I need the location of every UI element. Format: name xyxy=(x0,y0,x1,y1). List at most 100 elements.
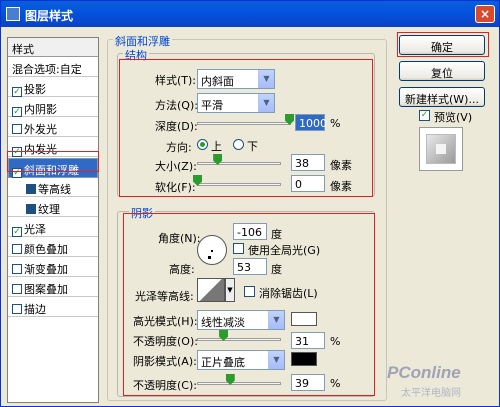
style-item-label: 等高线 xyxy=(38,183,71,196)
depth-label: 深度(D): xyxy=(155,120,198,133)
angle-input[interactable]: -106 xyxy=(233,223,267,240)
preview-label: 预览(V) xyxy=(434,111,473,124)
angle-dial-point xyxy=(208,256,211,259)
altitude-input[interactable]: 53 xyxy=(233,258,267,275)
style-item[interactable]: 颜色叠加 xyxy=(8,238,98,257)
shadow-opacity-label: 不透明度(C): xyxy=(133,379,197,392)
style-item[interactable]: 图案叠加 xyxy=(8,278,98,297)
style-item-checkbox[interactable] xyxy=(26,204,36,214)
watermark-brand: PConline xyxy=(387,363,461,382)
style-item-checkbox[interactable] xyxy=(12,264,22,274)
highlight-box-bevel-item xyxy=(7,151,99,172)
size-label: 大小(Z): xyxy=(155,160,197,173)
highlight-opacity-unit: % xyxy=(330,335,341,348)
depth-input[interactable]: 1000 xyxy=(295,114,327,131)
close-button[interactable]: × xyxy=(475,5,495,23)
style-select[interactable]: 内斜面 ▼ xyxy=(197,69,275,89)
technique-select[interactable]: 平滑 ▼ xyxy=(197,93,275,113)
style-item[interactable]: 外发光 xyxy=(8,118,98,137)
style-item[interactable]: 等高线 xyxy=(8,178,98,197)
style-item-label: 渐变叠加 xyxy=(24,263,68,276)
chevron-down-icon: ▼ xyxy=(258,70,274,88)
shadow-opacity-slider[interactable] xyxy=(197,382,281,385)
style-item-label: 纹理 xyxy=(38,203,60,216)
style-item[interactable]: 纹理 xyxy=(8,198,98,217)
shadow-opacity-unit: % xyxy=(330,377,341,390)
style-item-checkbox[interactable] xyxy=(12,124,22,134)
style-item[interactable]: ✓ 投影 xyxy=(8,78,98,97)
highlight-color-swatch[interactable] xyxy=(291,312,317,326)
shadow-mode-value: 正片叠底 xyxy=(201,356,245,369)
preview-tile xyxy=(426,134,456,164)
direction-up-label: 上 xyxy=(211,140,222,153)
preview-checkbox[interactable]: ✓ xyxy=(419,110,430,121)
angle-dial[interactable] xyxy=(197,235,227,265)
style-item[interactable]: 渐变叠加 xyxy=(8,258,98,277)
app-icon xyxy=(6,7,20,21)
depth-unit: % xyxy=(330,117,341,130)
highlight-opacity-label: 不透明度(O): xyxy=(133,335,198,348)
styles-header[interactable]: 样式 xyxy=(8,38,98,57)
anti-alias-label: 消除锯齿(L) xyxy=(259,287,318,300)
technique-select-value: 平滑 xyxy=(201,99,223,112)
highlight-mode-select[interactable]: 线性减淡 ▼ xyxy=(197,310,285,330)
layer-style-dialog: 图层样式 × 样式 混合选项:自定 ✓ 投影 ✓ 内阴影 外发光 ✓ 内发光 ✓ 斜面和浮雕 等高… xyxy=(0,0,500,407)
blending-options-item[interactable]: 混合选项:自定 xyxy=(8,58,98,77)
style-item-checkbox[interactable]: ✓ xyxy=(12,227,22,237)
watermark-sub: 太平洋电脑网 xyxy=(401,388,461,399)
direction-down-radio[interactable] xyxy=(233,139,244,150)
depth-slider[interactable] xyxy=(197,122,291,125)
chevron-down-icon: ▼ xyxy=(268,351,284,369)
highlight-opacity-slider[interactable] xyxy=(197,338,281,341)
style-item-label: 内阴影 xyxy=(24,103,57,116)
direction-up-radio[interactable] xyxy=(197,139,208,150)
style-item-checkbox[interactable] xyxy=(26,184,36,194)
shadow-mode-label: 阴影模式(A): xyxy=(133,355,197,368)
style-item[interactable]: 描边 xyxy=(8,298,98,317)
size-unit: 像素 xyxy=(330,159,352,172)
style-item-label: 外发光 xyxy=(24,123,57,136)
shadow-opacity-input[interactable]: 39 xyxy=(291,374,325,391)
style-label: 样式(T): xyxy=(155,74,197,87)
style-item-checkbox[interactable] xyxy=(12,284,22,294)
altitude-label: 高度: xyxy=(169,263,195,276)
soften-unit: 像素 xyxy=(330,180,352,193)
style-item-checkbox[interactable] xyxy=(12,244,22,254)
chevron-down-icon[interactable]: ▼ xyxy=(225,278,235,302)
style-item-label: 颜色叠加 xyxy=(24,243,68,256)
style-item-checkbox[interactable]: ✓ xyxy=(12,107,22,117)
title-bar: 图层样式 × xyxy=(1,1,499,27)
style-item-label: 描边 xyxy=(24,303,46,316)
direction-label: 方向: xyxy=(166,141,192,154)
soften-input[interactable]: 0 xyxy=(291,175,325,192)
style-preview-swatch xyxy=(419,127,463,171)
soften-slider[interactable] xyxy=(197,183,281,186)
style-item-label: 投影 xyxy=(24,83,46,96)
chevron-down-icon: ▼ xyxy=(258,94,274,112)
style-item-checkbox[interactable]: ✓ xyxy=(12,87,22,97)
style-item[interactable]: ✓ 内阴影 xyxy=(8,98,98,117)
size-input[interactable]: 38 xyxy=(291,154,325,171)
reset-button[interactable]: 复位 xyxy=(399,61,485,81)
style-select-value: 内斜面 xyxy=(201,75,234,88)
shadow-color-swatch[interactable] xyxy=(291,352,317,366)
gloss-contour-label: 光泽等高线: xyxy=(135,290,194,303)
highlight-box-ok xyxy=(397,32,489,57)
style-item[interactable]: ✓ 光泽 xyxy=(8,218,98,237)
global-light-checkbox[interactable] xyxy=(233,243,244,254)
altitude-unit: 度 xyxy=(271,263,282,276)
chevron-down-icon: ▼ xyxy=(268,311,284,329)
technique-label: 方法(Q): xyxy=(155,99,198,112)
anti-alias-checkbox[interactable] xyxy=(244,286,255,297)
style-item-checkbox[interactable] xyxy=(12,304,22,314)
new-style-button[interactable]: 新建样式(W)... xyxy=(399,87,485,107)
gloss-contour-preview[interactable] xyxy=(197,278,225,302)
highlight-opacity-input[interactable]: 31 xyxy=(291,332,325,349)
soften-label: 软化(F): xyxy=(155,181,196,194)
style-item-label: 图案叠加 xyxy=(24,283,68,296)
angle-unit: 度 xyxy=(271,228,282,241)
highlight-mode-value: 线性减淡 xyxy=(201,316,245,329)
shadow-mode-select[interactable]: 正片叠底 ▼ xyxy=(197,350,285,370)
window-title: 图层样式 xyxy=(25,9,74,23)
size-slider[interactable] xyxy=(197,162,281,165)
